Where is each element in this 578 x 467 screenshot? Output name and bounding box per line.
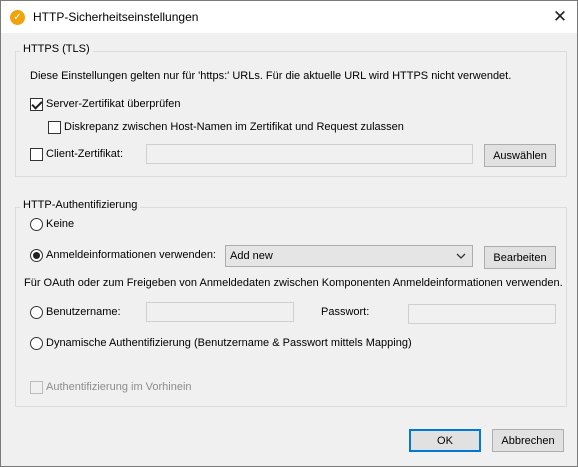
username-field[interactable] bbox=[146, 302, 294, 322]
verify-server-cert-checkbox[interactable] bbox=[30, 98, 43, 111]
close-button[interactable]: ✕ bbox=[543, 1, 577, 33]
auth-none-label[interactable]: Keine bbox=[46, 218, 74, 230]
https-group-label: HTTPS (TLS) bbox=[20, 43, 93, 55]
title-bar: ✓ HTTP-Sicherheitseinstellungen ✕ bbox=[1, 1, 577, 33]
client-cert-field[interactable] bbox=[146, 144, 473, 164]
auth-credentials-label[interactable]: Anmeldeinformationen verwenden: bbox=[46, 249, 216, 261]
auth-credentials-radio[interactable] bbox=[30, 249, 43, 262]
oauth-info-text: Für OAuth oder zum Freigeben von Anmelde… bbox=[24, 277, 563, 289]
client-cert-label[interactable]: Client-Zertifikat: bbox=[46, 148, 123, 160]
preemptive-auth-checkbox[interactable] bbox=[30, 381, 43, 394]
edit-credentials-button[interactable]: Bearbeiten bbox=[484, 246, 556, 269]
allow-hostname-mismatch-checkbox[interactable] bbox=[48, 121, 61, 134]
http-security-dialog: ✓ HTTP-Sicherheitseinstellungen ✕ HTTPS … bbox=[0, 0, 578, 467]
auth-username-radio[interactable] bbox=[30, 306, 43, 319]
auth-dynamic-label[interactable]: Dynamische Authentifizierung (Benutzerna… bbox=[46, 337, 412, 349]
credentials-select[interactable]: Add new bbox=[225, 245, 473, 267]
ok-button[interactable]: OK bbox=[409, 429, 481, 452]
close-icon: ✕ bbox=[552, 7, 568, 26]
allow-hostname-mismatch-label[interactable]: Diskrepanz zwischen Host-Namen im Zertif… bbox=[64, 121, 404, 133]
dialog-title: HTTP-Sicherheitseinstellungen bbox=[33, 10, 199, 24]
credentials-select-value: Add new bbox=[230, 250, 273, 262]
chevron-down-icon bbox=[456, 253, 466, 259]
auth-none-radio[interactable] bbox=[30, 218, 43, 231]
password-field[interactable] bbox=[408, 304, 556, 324]
preemptive-auth-label[interactable]: Authentifizierung im Vorhinein bbox=[46, 381, 192, 393]
password-label: Passwort: bbox=[321, 306, 370, 318]
https-info-text: Diese Einstellungen gelten nur für 'http… bbox=[30, 70, 512, 82]
auth-group-label: HTTP-Authentifizierung bbox=[20, 199, 141, 211]
cancel-button[interactable]: Abbrechen bbox=[492, 429, 564, 452]
altova-app-icon: ✓ bbox=[10, 10, 25, 25]
browse-cert-button[interactable]: Auswählen bbox=[484, 144, 556, 167]
verify-server-cert-label[interactable]: Server-Zertifikat überprüfen bbox=[46, 98, 181, 110]
auth-username-label[interactable]: Benutzername: bbox=[46, 306, 121, 318]
auth-dynamic-radio[interactable] bbox=[30, 337, 43, 350]
client-cert-checkbox[interactable] bbox=[30, 148, 43, 161]
